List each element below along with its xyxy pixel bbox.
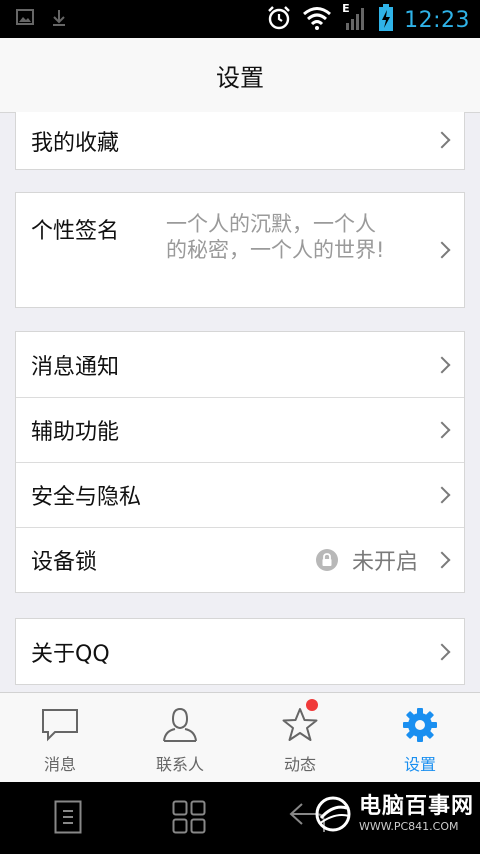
battery-charging-icon — [378, 4, 394, 36]
tab-label: 消息 — [43, 755, 76, 774]
watermark-logo: 电脑百事网 WWW.PC841.COM — [313, 794, 474, 834]
notifications-row[interactable]: 消息通知 — [16, 332, 464, 397]
gear-icon — [402, 707, 438, 743]
page-header: 设置 — [0, 38, 480, 113]
settings-list[interactable]: 我的收藏 个性签名 一个人的沉默，一个人的秘密，一个人的世界! 消息通知 辅助功… — [0, 112, 480, 692]
network-type-label: E — [342, 2, 350, 15]
device-lock-label: 设备锁 — [31, 550, 98, 575]
device-lock-status: 未开启 — [315, 544, 418, 576]
signature-row[interactable]: 个性签名 一个人的沉默，一个人的秘密，一个人的世界! — [16, 193, 464, 307]
tab-label: 动态 — [283, 755, 316, 774]
bottom-tab-bar: 消息 联系人 动态 设置 — [0, 692, 480, 783]
clock-time: 12:23 — [404, 7, 470, 33]
contacts-icon — [162, 707, 198, 743]
security-privacy-label: 安全与隐私 — [31, 485, 142, 510]
watermark-icon — [315, 796, 351, 832]
alarm-icon — [266, 5, 292, 35]
chevron-right-icon — [433, 551, 451, 569]
menu-button[interactable] — [54, 800, 82, 838]
chevron-right-icon — [433, 421, 451, 439]
about-label: 关于QQ — [31, 641, 110, 667]
settings-group-favorites: 我的收藏 — [15, 112, 465, 170]
star-icon — [281, 707, 319, 743]
chevron-right-icon — [433, 643, 451, 660]
wifi-icon — [302, 6, 332, 34]
chevron-right-icon — [433, 241, 451, 259]
signature-text: 一个人的沉默，一个人的秘密，一个人的世界! — [166, 212, 385, 262]
device-lock-row[interactable]: 设备锁 未开启 — [16, 527, 464, 592]
settings-group-about: 关于QQ — [15, 618, 465, 685]
signature-label: 个性签名 — [31, 219, 120, 244]
settings-group-general: 消息通知 辅助功能 安全与隐私 设备锁 未开启 — [15, 331, 465, 593]
settings-group-signature: 个性签名 一个人的沉默，一个人的秘密，一个人的世界! — [15, 192, 465, 308]
page-title: 设置 — [216, 63, 264, 92]
favorites-label: 我的收藏 — [31, 131, 120, 156]
download-icon — [52, 9, 66, 31]
favorites-row[interactable]: 我的收藏 — [16, 112, 464, 169]
watermark-name: 电脑百事网 — [358, 794, 474, 819]
lock-icon — [315, 549, 338, 571]
tab-label: 联系人 — [155, 755, 204, 774]
about-row[interactable]: 关于QQ — [16, 619, 464, 684]
chevron-right-icon — [433, 356, 451, 373]
watermark-url: WWW.PC841.COM — [358, 820, 459, 833]
accessibility-label: 辅助功能 — [31, 420, 120, 445]
device-lock-status-text: 未开启 — [351, 550, 418, 575]
accessibility-row[interactable]: 辅助功能 — [16, 397, 464, 462]
notifications-label: 消息通知 — [31, 354, 120, 380]
home-button[interactable] — [172, 800, 206, 838]
notification-badge — [306, 699, 318, 711]
security-privacy-row[interactable]: 安全与隐私 — [16, 462, 464, 527]
tab-label: 设置 — [403, 755, 436, 774]
signal-icon: E — [342, 2, 368, 35]
chevron-right-icon — [433, 131, 451, 149]
tab-messages[interactable]: 消息 — [0, 693, 120, 783]
image-icon — [16, 9, 34, 31]
chevron-right-icon — [433, 486, 451, 504]
message-icon — [41, 707, 79, 743]
tab-feed[interactable]: 动态 — [240, 693, 360, 783]
tab-contacts[interactable]: 联系人 — [120, 693, 240, 783]
system-nav-bar: 电脑百事网 WWW.PC841.COM — [0, 782, 480, 854]
status-bar: E 12:23 — [0, 0, 480, 38]
tab-settings[interactable]: 设置 — [360, 693, 480, 783]
